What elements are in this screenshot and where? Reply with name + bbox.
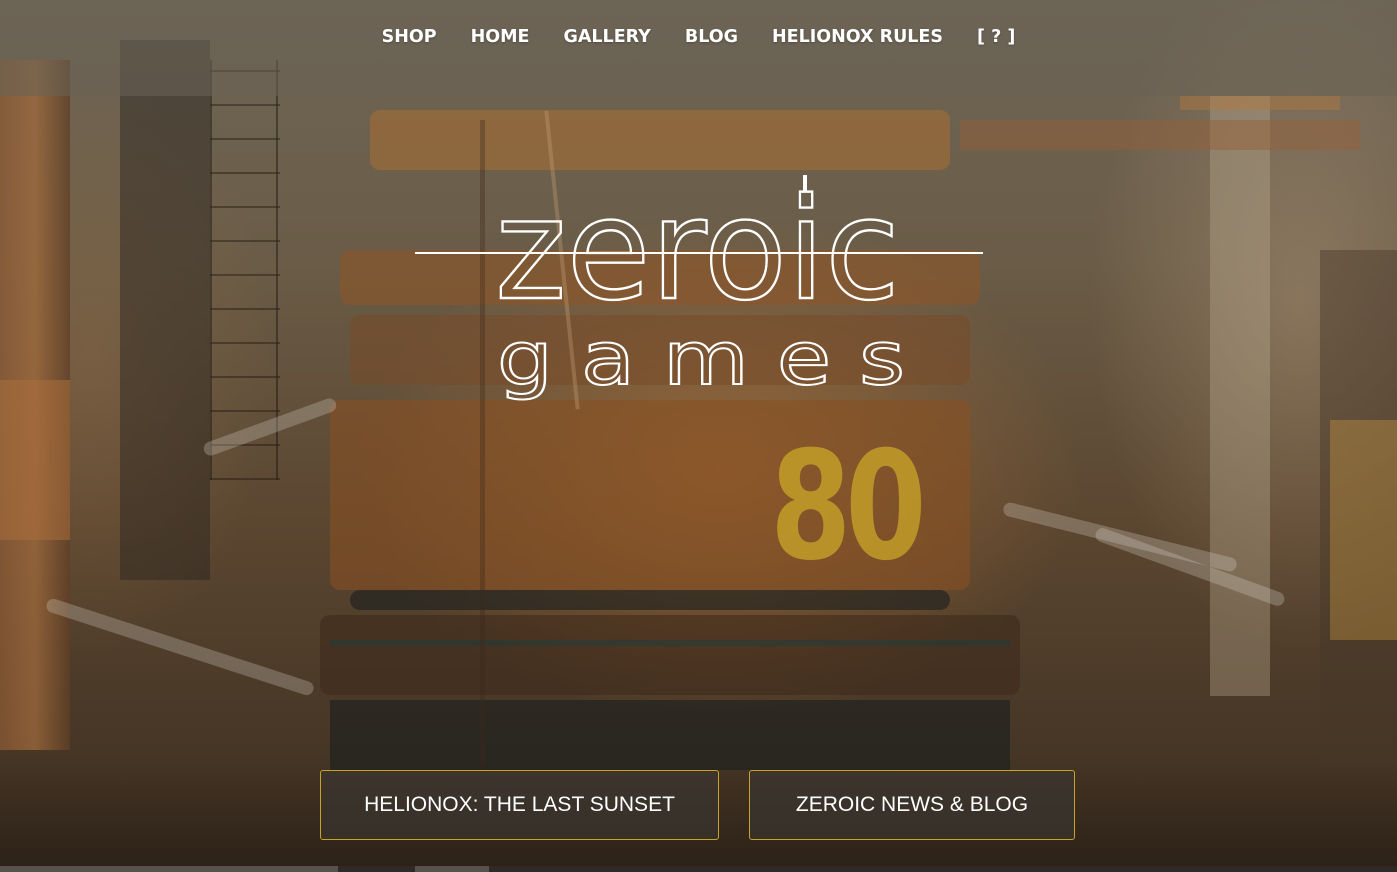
news-blog-cta-button[interactable]: ZEROIC NEWS & BLOG — [749, 770, 1075, 840]
nav-link-blog[interactable]: BLOG — [668, 27, 755, 47]
top-navigation-bar: SHOP HOME GALLERY BLOG HELIONOX RULES [ … — [0, 0, 1397, 96]
zeroic-games-logo: zeroic g a m e s — [415, 170, 983, 403]
hero-background-artwork: 80 — [0, 0, 1397, 872]
logo-wordmark: zeroic — [495, 170, 900, 332]
nav-link-home[interactable]: HOME — [454, 27, 547, 47]
background-number-text: 80 — [770, 420, 927, 594]
helionox-cta-button[interactable]: HELIONOX: THE LAST SUNSET — [320, 770, 719, 840]
nav-link-shop[interactable]: SHOP — [365, 27, 454, 47]
logo-subtitle: g a m e s — [497, 316, 905, 402]
nav-menu: SHOP HOME GALLERY BLOG HELIONOX RULES [ … — [0, 27, 1397, 47]
nav-link-gallery[interactable]: GALLERY — [547, 27, 668, 47]
nav-link-help[interactable]: [ ? ] — [960, 27, 1032, 47]
nav-link-helionox-rules[interactable]: HELIONOX RULES — [755, 27, 960, 47]
bottom-scroll-strip — [0, 866, 1397, 872]
